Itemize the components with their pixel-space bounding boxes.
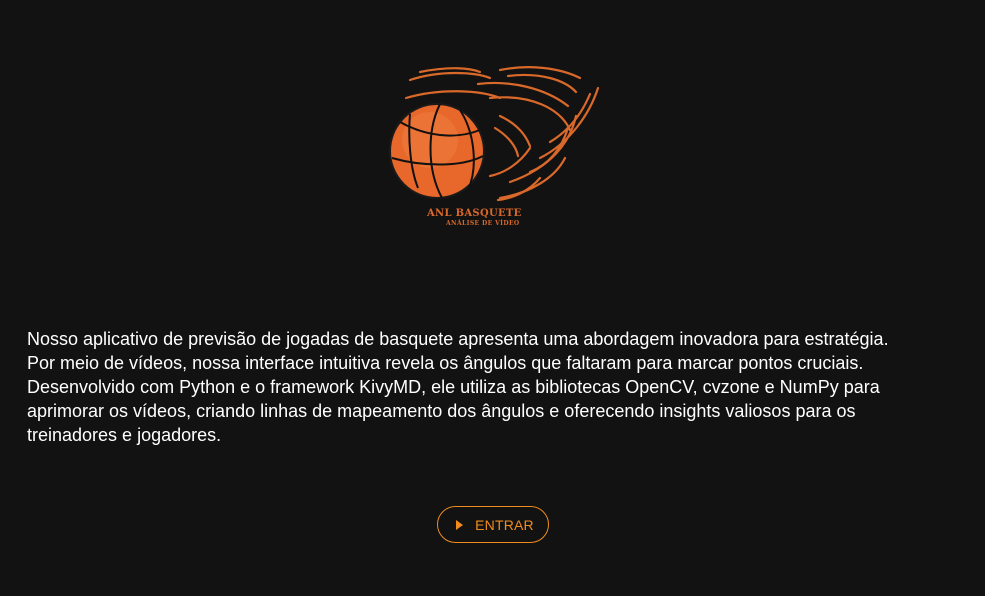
enter-button-label: ENTRAR: [475, 516, 534, 533]
logo-title: ANL BASQUETE: [427, 208, 522, 219]
play-icon: [456, 519, 464, 530]
app-screen: ANL BASQUETE ANÁLISE DE VÍDEO Nosso apli…: [0, 0, 985, 596]
logo-subtitle: ANÁLISE DE VÍDEO: [446, 220, 520, 227]
app-description: Nosso aplicativo de previsão de jogadas …: [27, 329, 889, 445]
app-logo: ANL BASQUETE ANÁLISE DE VÍDEO: [380, 58, 610, 238]
enter-button[interactable]: ENTRAR: [437, 506, 549, 543]
